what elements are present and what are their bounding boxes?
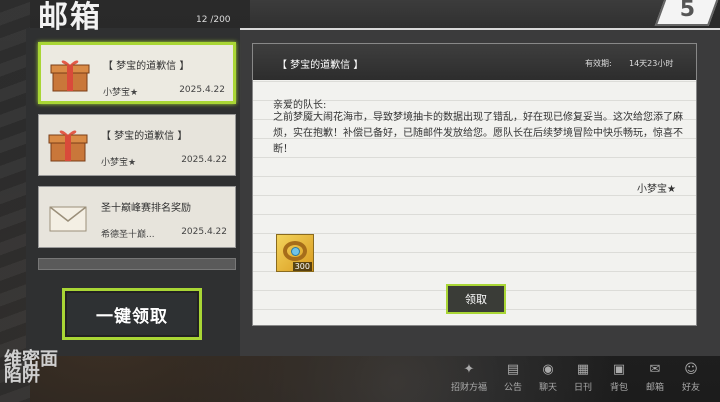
gift-box-icon (48, 130, 88, 162)
mail-detail: 【 梦宝的道歉信 】 有效期: 14天23小时 亲爱的队长: 之前梦魇大闹花海市… (252, 43, 697, 326)
mail-greeting: 亲爱的队长: (273, 100, 327, 111)
announcement-icon: ▤ (506, 362, 520, 377)
mail-subject: 【 梦宝的道歉信 】 (103, 61, 190, 72)
nav-mail[interactable]: ✉ 邮箱 (638, 362, 672, 393)
bag-icon: ▣ (612, 362, 626, 377)
chat-icon: ◉ (542, 362, 554, 377)
nav-label: 招财方福 (450, 383, 487, 393)
claim-button[interactable]: 领取 (446, 284, 506, 314)
nav-label: 聊天 (538, 383, 557, 393)
mail-count: 12 /200 (196, 15, 231, 25)
nav-label: 公告 (503, 383, 522, 393)
calendar-icon: ▦ (576, 362, 590, 377)
mail-date: 2025.4.22 (181, 227, 227, 237)
nav-label: 日刊 (573, 383, 592, 393)
page-title: 邮箱 (38, 0, 102, 35)
wealth-icon: ✦ (463, 362, 475, 377)
claim-all-button[interactable]: 一键领取 (62, 288, 202, 340)
nav-announcement[interactable]: ▤ 公告 (496, 362, 530, 393)
envelope-icon (49, 206, 87, 232)
expiry-value: 14天23小时 (629, 59, 674, 68)
nav-friends[interactable]: ☺ 好友 (674, 362, 708, 393)
friends-icon: ☺ (684, 362, 698, 377)
nav-label: 好友 (681, 383, 700, 393)
attachment-item[interactable]: 300 (276, 234, 314, 272)
mail-detail-header: 【 梦宝的道歉信 】 有效期: 14天23小时 (253, 44, 696, 80)
mail-signature: 小梦宝★ (637, 184, 676, 195)
expiry-label: 有效期: (585, 59, 612, 68)
mail-icon: ✉ (649, 362, 661, 377)
mail-sender: 小梦宝★ (101, 158, 137, 168)
mail-list-item[interactable]: 【 梦宝的道歉信 】 小梦宝★ 2025.4.22 (38, 114, 236, 176)
mail-body: 之前梦魇大闹花海市，导致梦境抽卡的数据出现了错乱，好在现已修复妥当。这次给您添了… (273, 112, 683, 155)
gem-icon (291, 247, 300, 256)
mail-date: 2025.4.22 (181, 155, 227, 165)
gift-box-icon (50, 60, 90, 92)
mail-sender: 小梦宝★ (103, 88, 139, 98)
detail-subject: 【 梦宝的道歉信 】 (277, 60, 364, 71)
nav-label: 背包 (609, 383, 628, 393)
mail-sender: 希德圣十巅... (101, 230, 155, 240)
attachment-quantity: 300 (292, 262, 312, 271)
game-logo: 维密面 陷阱 (4, 349, 58, 386)
claim-all-label: 一键领取 (96, 306, 168, 327)
mail-list-item[interactable]: 【 梦宝的道歉信 】 小梦宝★ 2025.4.22 (38, 42, 236, 104)
mail-list-item[interactable]: 圣十巅峰赛排名奖励 希德圣十巅... 2025.4.22 (38, 186, 236, 248)
mail-date: 2025.4.22 (179, 85, 225, 95)
close-label: 5 (680, 0, 696, 22)
nav-wealth[interactable]: ✦ 招财方福 (444, 362, 494, 393)
nav-daily[interactable]: ▦ 日刊 (566, 362, 600, 393)
nav-label: 邮箱 (645, 383, 664, 393)
mail-list-item[interactable] (38, 258, 236, 270)
claim-label: 领取 (465, 293, 487, 306)
nav-bag[interactable]: ▣ 背包 (602, 362, 636, 393)
mail-subject: 圣十巅峰赛排名奖励 (101, 203, 191, 214)
mail-subject: 【 梦宝的道歉信 】 (101, 131, 188, 142)
nav-chat[interactable]: ◉ 聊天 (531, 362, 565, 393)
